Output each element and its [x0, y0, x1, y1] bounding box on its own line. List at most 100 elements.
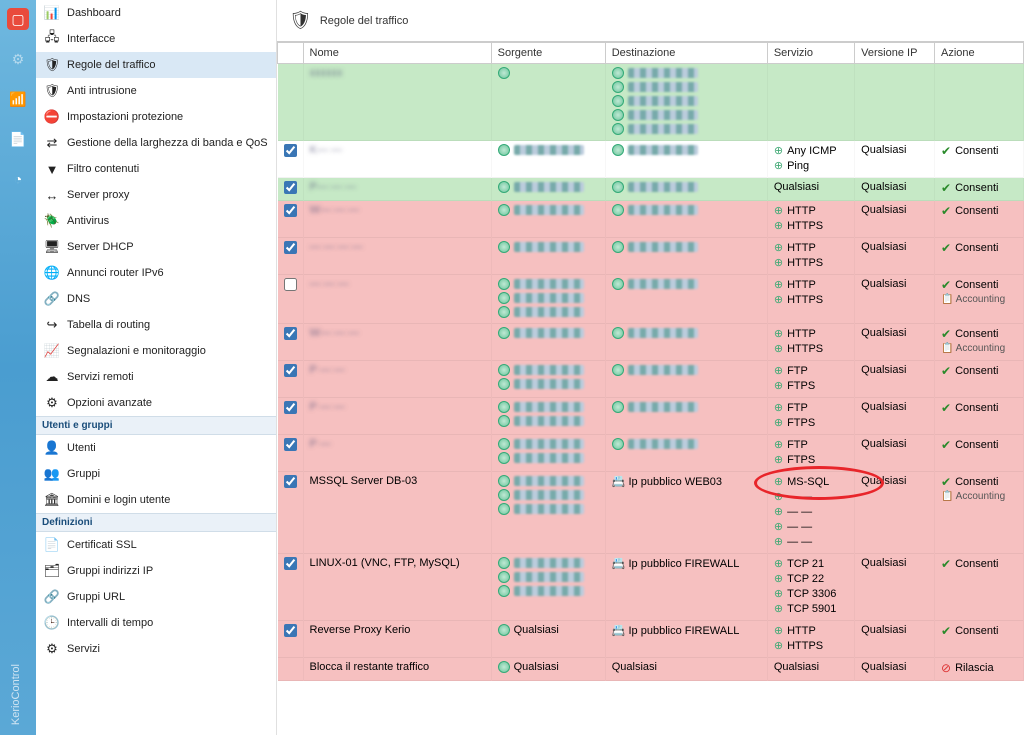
sidebar-item[interactable]: 🏛Domini e login utente: [36, 487, 276, 513]
cell-source: [491, 361, 605, 398]
cell-service: Qualsiasi: [767, 658, 854, 681]
sidebar-item[interactable]: ▼Filtro contenuti: [36, 156, 276, 182]
cell-action: ✔ Consenti: [935, 621, 1024, 658]
table-row[interactable]: P — — ⊕ FTP⊕ FTPSQualsiasi✔ Consenti: [278, 361, 1024, 398]
table-row[interactable]: P — — ⊕ FTP⊕ FTPSQualsiasi✔ Consenti: [278, 398, 1024, 435]
table-row[interactable]: W— — — ⊕ HTTP⊕ HTTPSQualsiasi✔ Consenti: [278, 201, 1024, 238]
stats-icon[interactable]: 📶: [7, 88, 29, 110]
cell-ipversion: Qualsiasi: [855, 141, 935, 178]
rule-enable-checkbox[interactable]: [284, 181, 297, 194]
cell-service: ⊕ MS-SQL⊕ — —⊕ — —⊕ — —⊕ — —: [767, 472, 854, 554]
table-row[interactable]: K— — ⊕ Any ICMP⊕ PingQualsiasi✔ Consenti: [278, 141, 1024, 178]
sidebar-item-label: DNS: [67, 293, 90, 305]
table-row[interactable]: Reverse Proxy Kerio Qualsiasi📇 Ip pubbli…: [278, 621, 1024, 658]
column-header[interactable]: Destinazione: [605, 43, 767, 64]
cell-ipversion: Qualsiasi: [855, 275, 935, 324]
sidebar-item[interactable]: 🌐Annunci router IPv6: [36, 260, 276, 286]
rule-enable-checkbox[interactable]: [284, 278, 297, 291]
table-row[interactable]: P— — — QualsiasiQualsiasi✔ Consenti: [278, 178, 1024, 201]
sidebar-item-label: Servizi remoti: [67, 371, 134, 383]
cell-action: ✔ Consenti: [935, 435, 1024, 472]
shield-badge-icon[interactable]: ▢: [7, 8, 29, 30]
cell-service: ⊕ HTTP⊕ HTTPS: [767, 324, 854, 361]
gear-icon[interactable]: ⚙: [7, 48, 29, 70]
cell-ipversion: Qualsiasi: [855, 201, 935, 238]
table-row[interactable]: LINUX-01 (VNC, FTP, MySQL) 📇 Ip pubblico…: [278, 554, 1024, 621]
rule-enable-checkbox[interactable]: [284, 624, 297, 637]
sidebar-item[interactable]: 🛡Anti intrusione: [36, 78, 276, 104]
sidebar-item[interactable]: 🖥Server DHCP: [36, 234, 276, 260]
cell-destination: [605, 201, 767, 238]
sidebar-item[interactable]: 🪲Antivirus: [36, 208, 276, 234]
table-row[interactable]: MSSQL Server DB-03 📇 Ip pubblico WEB03⊕ …: [278, 472, 1024, 554]
rule-enable-checkbox[interactable]: [284, 364, 297, 377]
nav-icon: ☁: [44, 369, 60, 385]
rules-grid[interactable]: NomeSorgenteDestinazioneServizioVersione…: [277, 41, 1024, 735]
column-header[interactable]: [278, 43, 304, 64]
nav-icon: 👥: [44, 466, 60, 482]
sidebar-item[interactable]: ↪Tabella di routing: [36, 312, 276, 338]
cell-source: [491, 324, 605, 361]
nav-icon: ⇄: [44, 135, 60, 151]
column-header[interactable]: Nome: [303, 43, 491, 64]
cell-ipversion: Qualsiasi: [855, 554, 935, 621]
cell-action: ✔ Consenti: [935, 238, 1024, 275]
rule-enable-checkbox[interactable]: [284, 327, 297, 340]
rule-enable-checkbox[interactable]: [284, 144, 297, 157]
sidebar-item[interactable]: ↔Server proxy: [36, 182, 276, 208]
cell-destination: [605, 275, 767, 324]
doc-icon[interactable]: 📄: [7, 128, 29, 150]
cell-destination: [605, 324, 767, 361]
rule-enable-checkbox[interactable]: [284, 438, 297, 451]
rule-enable-checkbox[interactable]: [284, 401, 297, 414]
page-title: 🛡 Regole del traffico: [277, 0, 1024, 41]
rule-enable-checkbox[interactable]: [284, 204, 297, 217]
sidebar-item[interactable]: 🔗Gruppi URL: [36, 584, 276, 610]
cell-action: ✔ Consenti📋 Accounting: [935, 472, 1024, 554]
sidebar-item[interactable]: 👤Utenti: [36, 435, 276, 461]
sidebar-item[interactable]: 📊Dashboard: [36, 0, 276, 26]
brand-label: KerioControl: [10, 664, 22, 725]
cell-service: ⊕ HTTP⊕ HTTPS: [767, 238, 854, 275]
sidebar-item[interactable]: 📈Segnalazioni e monitoraggio: [36, 338, 276, 364]
column-header[interactable]: Sorgente: [491, 43, 605, 64]
sidebar-item[interactable]: 🖧Interfacce: [36, 26, 276, 52]
sidebar-item[interactable]: ⚙Servizi: [36, 636, 276, 662]
sidebar-item[interactable]: ☁ Servizi remoti: [36, 364, 276, 390]
sidebar-item-label: Domini e login utente: [67, 494, 170, 506]
sidebar-item[interactable]: ⚙Opzioni avanzate: [36, 390, 276, 416]
sidebar-item[interactable]: 👥Gruppi: [36, 461, 276, 487]
sidebar-item-label: Regole del traffico: [67, 59, 155, 71]
cell-service: ⊕ HTTP⊕ HTTPS: [767, 201, 854, 238]
rule-enable-checkbox[interactable]: [284, 475, 297, 488]
table-row[interactable]: W— — — ⊕ HTTP⊕ HTTPSQualsiasi✔ Consenti📋…: [278, 324, 1024, 361]
sidebar-item[interactable]: 📄Certificati SSL: [36, 532, 276, 558]
sidebar-item-label: Server proxy: [67, 189, 129, 201]
rule-enable-checkbox[interactable]: [284, 241, 297, 254]
column-header[interactable]: Azione: [935, 43, 1024, 64]
cell-source: [491, 141, 605, 178]
sidebar-item-label: Segnalazioni e monitoraggio: [67, 345, 206, 357]
sidebar-item[interactable]: ⇄Gestione della larghezza di banda e QoS: [36, 130, 276, 156]
sidebar-item-label: Certificati SSL: [67, 539, 137, 551]
table-row[interactable]: Blocca il restante traffico QualsiasiQua…: [278, 658, 1024, 681]
rule-enable-checkbox[interactable]: [284, 557, 297, 570]
sidebar-item[interactable]: 🕒Intervalli di tempo: [36, 610, 276, 636]
column-header[interactable]: Servizio: [767, 43, 854, 64]
sidebar-item[interactable]: 🗂Gruppi indirizzi IP: [36, 558, 276, 584]
cell-destination: 📇 Ip pubblico FIREWALL: [605, 554, 767, 621]
table-row[interactable]: — — — ⊕ HTTP⊕ HTTPSQualsiasi✔ Consenti📋 …: [278, 275, 1024, 324]
cell-name: Reverse Proxy Kerio: [303, 621, 491, 658]
sidebar-item[interactable]: ⛔Impostazioni protezione: [36, 104, 276, 130]
pie-icon[interactable]: ◔: [7, 168, 29, 190]
table-row[interactable]: P — ⊕ FTP⊕ FTPSQualsiasi✔ Consenti: [278, 435, 1024, 472]
cell-action: ✔ Consenti📋 Accounting: [935, 324, 1024, 361]
cell-service: ⊕ FTP⊕ FTPS: [767, 398, 854, 435]
table-row[interactable]: xxxxxx: [278, 64, 1024, 141]
cell-action: ✔ Consenti: [935, 141, 1024, 178]
column-header[interactable]: Versione IP: [855, 43, 935, 64]
sidebar-item[interactable]: 🛡Regole del traffico: [36, 52, 276, 78]
table-row[interactable]: — — — — ⊕ HTTP⊕ HTTPSQualsiasi✔ Consenti: [278, 238, 1024, 275]
cell-destination: 📇 Ip pubblico WEB03: [605, 472, 767, 554]
sidebar-item[interactable]: 🔗DNS: [36, 286, 276, 312]
